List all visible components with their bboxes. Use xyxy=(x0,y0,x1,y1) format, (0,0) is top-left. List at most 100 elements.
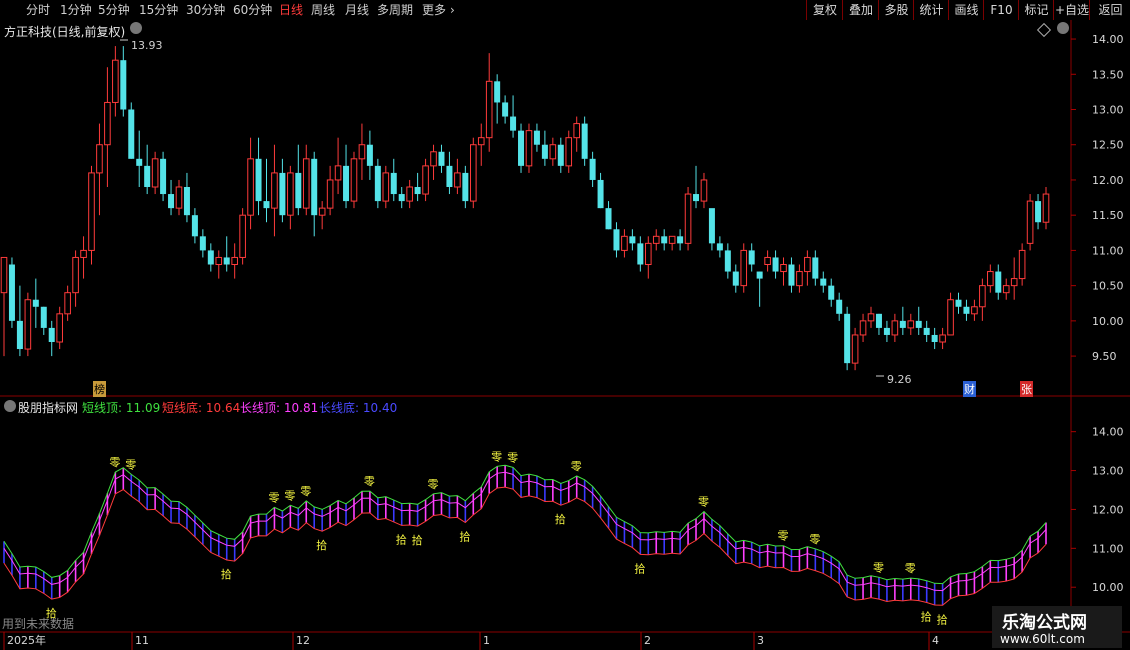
period-tab-2[interactable]: 5分钟 xyxy=(98,0,130,20)
candle-body xyxy=(565,137,573,167)
toolbar-button-8[interactable]: 返回 xyxy=(1089,0,1130,20)
candle-body xyxy=(144,165,151,187)
candle-body xyxy=(477,137,485,146)
signal-shi: 拾 xyxy=(412,533,423,547)
signal-shi: 拾 xyxy=(396,532,407,546)
candle-body xyxy=(716,243,723,251)
candle-body xyxy=(995,271,1002,293)
candle-body xyxy=(891,320,899,336)
toolbar-more[interactable]: 更多 xyxy=(422,0,446,20)
period-tab-6[interactable]: 日线 xyxy=(279,0,303,20)
toolbar-button-7[interactable]: +自选 xyxy=(1053,0,1090,20)
candle-body xyxy=(358,144,366,160)
toolbar-button-1[interactable]: 叠加 xyxy=(842,0,879,20)
indicator-name: 股朋指标网 xyxy=(18,401,79,415)
time-tick-label: 12 xyxy=(296,634,310,647)
price-tick-label: 9.50 xyxy=(1092,350,1117,363)
toolbar-more-arrow[interactable]: › xyxy=(450,0,455,20)
period-tab-9[interactable]: 多周期 xyxy=(377,0,413,20)
price-tick-label: 14.00 xyxy=(1092,33,1124,46)
candle-body xyxy=(175,186,183,209)
candle-body xyxy=(971,306,978,315)
candle-body xyxy=(724,250,731,272)
candle-body xyxy=(652,235,660,244)
period-tab-1[interactable]: 1分钟 xyxy=(60,0,92,20)
price-tick-label: 11.50 xyxy=(1092,209,1124,222)
candle-body xyxy=(430,151,437,167)
period-tab-0[interactable]: 分时 xyxy=(26,0,50,20)
high-price-label: 13.93 xyxy=(131,39,163,52)
candle-body xyxy=(1026,200,1034,244)
candle-body xyxy=(828,285,835,300)
candle-body xyxy=(836,299,843,314)
candle-body xyxy=(422,165,429,195)
signal-shi: 拾 xyxy=(221,567,232,581)
signal-ling: 零 xyxy=(507,451,518,464)
stock-chart[interactable]: 拾零 零拾零零零拾零拾 拾零拾零 零拾零拾零零 零零 零拾拾 14.0013.5013.0… xyxy=(0,20,1130,650)
price-tick-label: 11.00 xyxy=(1092,244,1124,257)
toolbar-button-6[interactable]: 标记 xyxy=(1018,0,1054,20)
candle-body xyxy=(748,250,755,265)
time-tick-label: 3 xyxy=(757,634,764,647)
candle-body xyxy=(56,313,63,343)
candle-body xyxy=(955,299,962,307)
candle-body xyxy=(644,242,652,265)
candle-body xyxy=(1018,249,1026,280)
candle-body xyxy=(469,144,477,202)
indicator-item-2: 短线底: 10.64 xyxy=(162,401,241,415)
chart-options-icon[interactable] xyxy=(130,22,142,34)
candle-body xyxy=(867,313,875,322)
candle-body xyxy=(700,179,708,202)
toolbar-button-2[interactable]: 多股 xyxy=(878,0,914,20)
price-tick-label: 13.00 xyxy=(1092,104,1124,117)
indicator-tick-label: 11.00 xyxy=(1092,542,1124,555)
signal-shi: 拾 xyxy=(937,612,948,626)
candle-body xyxy=(510,116,517,131)
toolbar-button-5[interactable]: F10 xyxy=(983,0,1019,20)
main-chart-title: 方正科技(日线,前复权) xyxy=(4,25,126,39)
toolbar-button-4[interactable]: 画线 xyxy=(948,0,984,20)
candle-body xyxy=(923,327,930,335)
period-tab-4[interactable]: 30分钟 xyxy=(186,0,225,20)
candle-body xyxy=(311,158,318,216)
toolbar-button-0[interactable]: 复权 xyxy=(806,0,843,20)
price-tick-label: 12.50 xyxy=(1092,139,1124,152)
candle-body xyxy=(366,144,373,166)
period-tab-3[interactable]: 15分钟 xyxy=(139,0,178,20)
period-tab-7[interactable]: 周线 xyxy=(311,0,335,20)
bang-marker[interactable]: 榜 xyxy=(93,381,106,397)
signal-ling: 零 xyxy=(778,530,789,543)
time-tick-label: 11 xyxy=(135,634,149,647)
toolbar-button-3[interactable]: 统计 xyxy=(913,0,949,20)
candle-body xyxy=(979,285,986,308)
candle-body xyxy=(374,165,381,202)
period-tab-8[interactable]: 月线 xyxy=(345,0,369,20)
candle-body xyxy=(255,158,262,202)
candle-body xyxy=(772,257,779,272)
candle-body xyxy=(1035,201,1042,223)
watermark-url: www.60lt.com xyxy=(1000,632,1085,646)
candle-body xyxy=(239,214,246,258)
candle-body xyxy=(32,299,39,307)
indicator-item-3: 长线顶: 10.81 xyxy=(240,401,319,415)
candle-body xyxy=(494,81,501,103)
candle-body xyxy=(875,313,882,328)
candle-body xyxy=(637,243,644,265)
candle-body xyxy=(684,193,692,244)
indicator-options-icon[interactable] xyxy=(4,400,16,412)
candle-body xyxy=(0,256,8,294)
candle-body xyxy=(207,250,214,265)
candle-body xyxy=(732,271,739,286)
candle-body xyxy=(446,165,453,187)
signal-shi: 拾 xyxy=(459,530,470,544)
period-tab-5[interactable]: 60分钟 xyxy=(233,0,272,20)
candle-body xyxy=(287,172,294,216)
candle-body xyxy=(96,144,103,174)
candle-body xyxy=(80,249,87,258)
candle-body xyxy=(756,271,763,279)
candle-body xyxy=(541,144,548,159)
zhang-marker[interactable]: 张 xyxy=(1020,381,1033,397)
settings-circle-icon[interactable] xyxy=(1057,22,1069,34)
candle-body xyxy=(764,256,771,265)
cai-marker[interactable]: 财 xyxy=(963,381,976,397)
